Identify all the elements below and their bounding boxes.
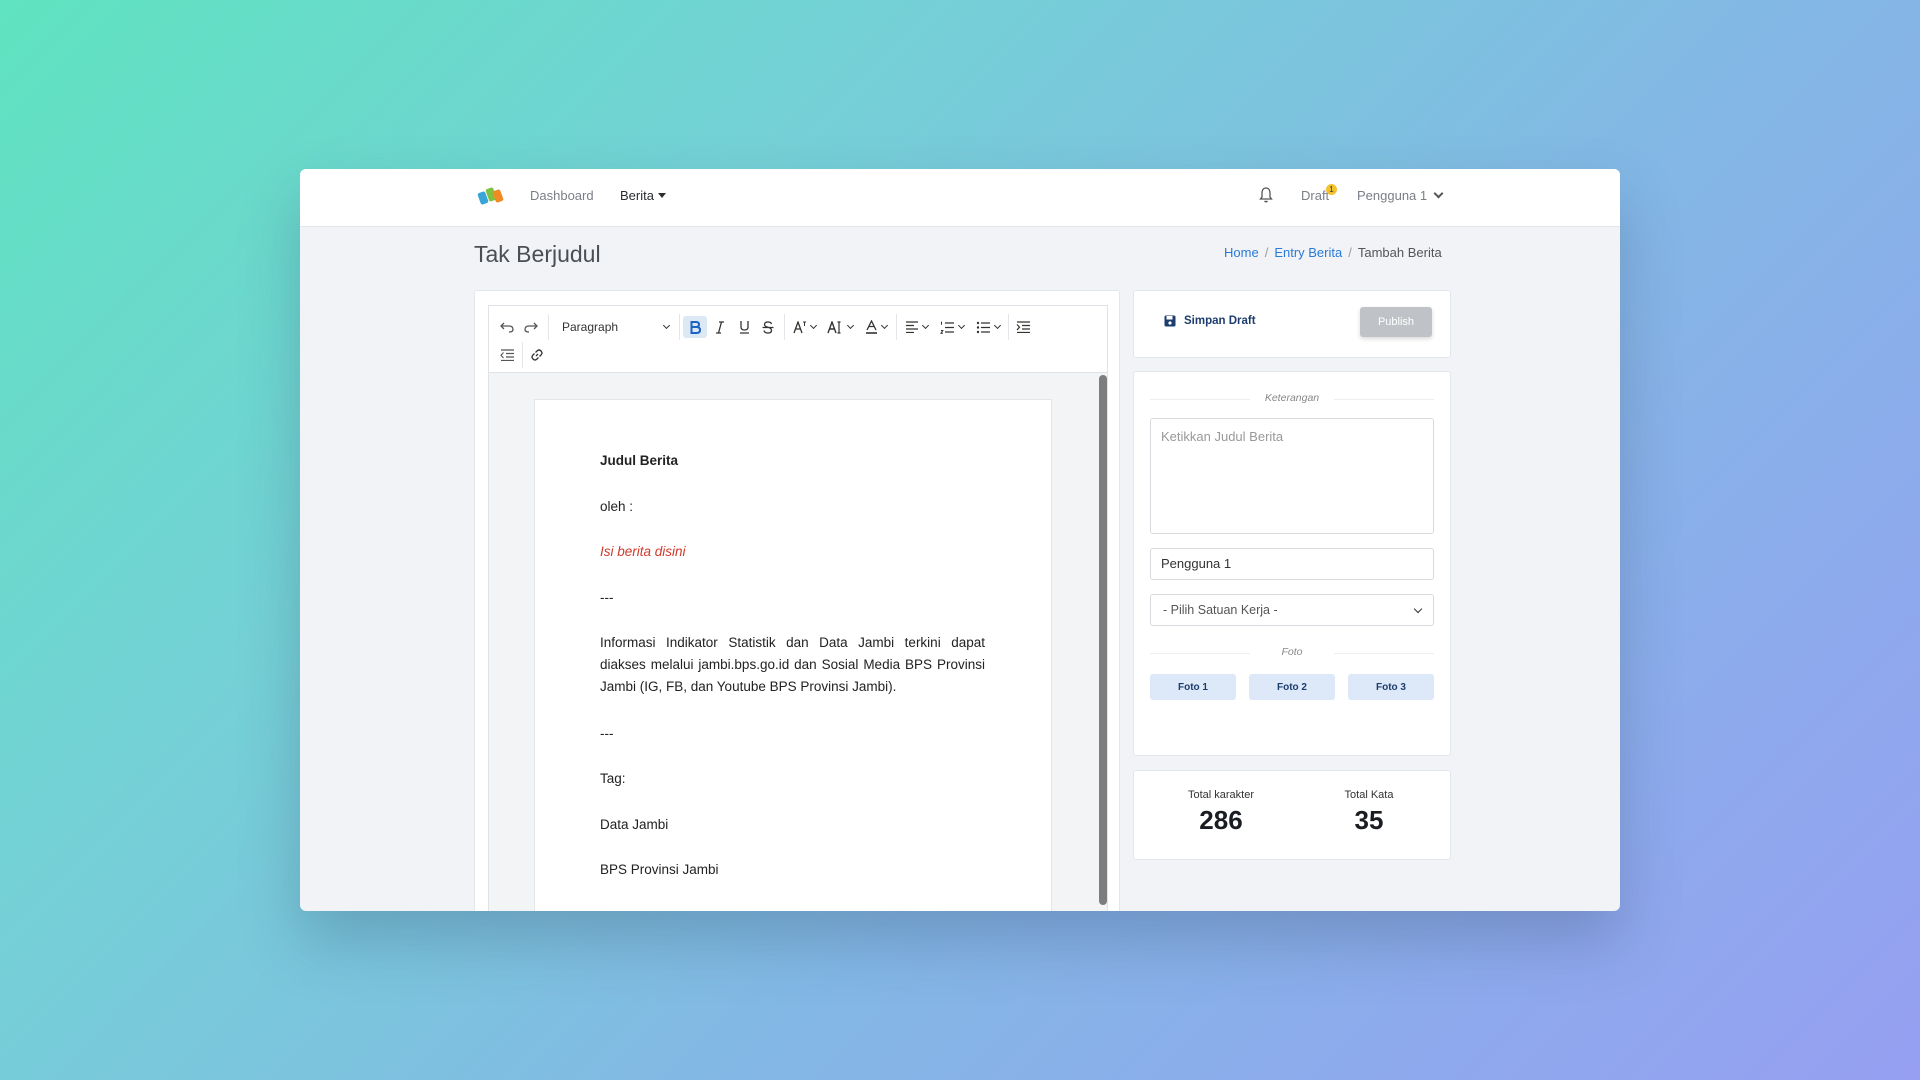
strikethrough-button[interactable] [757,316,779,338]
block-format-value: Paragraph [562,320,619,334]
toolbar-divider [548,314,549,340]
doc-tag-label: Tag: [600,771,626,786]
nav-berita-label: Berita [620,188,654,203]
numbered-list-dropdown[interactable] [936,316,968,338]
chevron-down-icon [880,321,889,330]
navbar: Dashboard Berita Draft 1 Pengguna 1 [300,169,1620,227]
toolbar-divider [1008,314,1009,340]
bps-logo-icon[interactable] [477,184,505,210]
nav-draft-link[interactable]: Draft [1301,188,1329,203]
undo-icon[interactable] [496,316,518,338]
satuan-kerja-value: - Pilih Satuan Kerja - [1163,603,1278,617]
chevron-down-icon [957,321,966,330]
align-dropdown[interactable] [900,316,932,338]
chevron-down-icon [662,321,671,330]
draft-count-badge: 1 [1326,184,1337,195]
doc-separator: --- [600,726,614,741]
user-menu[interactable]: Pengguna 1 [1357,188,1444,203]
save-draft-label: Simpan Draft [1184,315,1256,327]
chevron-down-icon [1433,188,1444,199]
title-textarea[interactable]: Ketikkan Judul Berita [1150,418,1434,534]
toolbar-divider [679,314,680,340]
doc-placeholder: Isi berita disini [600,544,686,559]
foto-2-button[interactable]: Foto 2 [1249,674,1335,700]
bell-icon[interactable] [1258,186,1274,204]
font-color-dropdown[interactable] [861,316,891,338]
foto-3-button[interactable]: Foto 3 [1348,674,1434,700]
keterangan-label: Keterangan [1150,392,1434,404]
total-characters-stat: Total karakter 286 [1166,789,1276,836]
breadcrumb-separator: / [1264,245,1269,260]
action-card: Simpan Draft Publish [1133,290,1451,358]
redo-icon[interactable] [520,316,542,338]
total-characters-label: Total karakter [1187,789,1255,801]
user-name: Pengguna 1 [1357,188,1428,203]
chevron-down-icon [809,321,817,330]
satuan-kerja-select[interactable]: - Pilih Satuan Kerja - [1150,594,1434,626]
breadcrumb-home[interactable]: Home [1224,245,1259,260]
chevron-down-icon [1413,604,1423,614]
floppy-disk-icon [1164,315,1176,327]
indent-icon[interactable] [1012,316,1034,338]
link-icon[interactable] [526,344,548,366]
doc-byline: oleh : [600,499,634,514]
author-input[interactable]: Pengguna 1 [1150,548,1434,580]
doc-info-paragraph: Informasi Indikator Statistik dan Data J… [600,635,985,694]
chevron-down-icon [993,321,1002,330]
doc-tag-item: Data Jambi [600,817,669,832]
foto-label: Foto [1150,646,1434,658]
chevron-down-icon [921,321,929,330]
total-words-stat: Total Kata 35 [1314,789,1424,836]
italic-button[interactable] [709,316,731,338]
breadcrumb: Home / Entry Berita / Tambah Berita [1224,245,1442,260]
editor-card: Paragraph Judul Berita oleh: Isi berita… [474,290,1120,911]
save-draft-button[interactable]: Simpan Draft [1164,315,1256,327]
block-format-select[interactable]: Paragraph [558,316,673,338]
doc-tag-item: BPS Provinsi Jambi [600,862,719,877]
nav-berita-dropdown[interactable]: Berita [620,188,666,203]
underline-button[interactable] [733,316,755,338]
superscript-dropdown[interactable] [789,316,819,338]
nav-dashboard-link[interactable]: Dashboard [530,188,594,203]
toolbar-divider [896,314,897,340]
total-words-value: 35 [1354,805,1384,835]
foto-1-button[interactable]: Foto 1 [1150,674,1236,700]
doc-separator: --- [600,590,614,605]
outdent-icon[interactable] [496,344,518,366]
chevron-down-icon [846,321,855,330]
page-title: Tak Berjudul [474,241,601,267]
toolbar-divider [522,342,523,368]
publish-button[interactable]: Publish [1360,307,1432,337]
editor-toolbar: Paragraph [488,305,1108,372]
breadcrumb-entry-berita[interactable]: Entry Berita [1274,245,1342,260]
form-card: Keterangan Ketikkan Judul Berita Penggun… [1133,371,1451,756]
breadcrumb-current: Tambah Berita [1357,245,1442,260]
app-window: Dashboard Berita Draft 1 Pengguna 1 Tak … [300,169,1620,911]
bullet-list-dropdown[interactable] [972,316,1004,338]
font-size-dropdown[interactable] [823,316,857,338]
stats-card: Total karakter 286 Total Kata 35 [1133,770,1451,860]
total-characters-value: 286 [1199,805,1243,835]
editor-scrollbar[interactable] [1099,375,1107,905]
document-page[interactable]: Judul Berita oleh : Isi berita disini --… [534,399,1052,911]
doc-title: Judul Berita [600,453,679,468]
total-words-label: Total Kata [1344,789,1394,801]
document-area[interactable]: Judul Berita oleh : Isi berita disini --… [488,372,1108,911]
breadcrumb-separator: / [1348,245,1352,260]
toolbar-divider [784,314,785,340]
caret-down-icon [657,193,666,198]
bold-button[interactable] [683,316,707,338]
